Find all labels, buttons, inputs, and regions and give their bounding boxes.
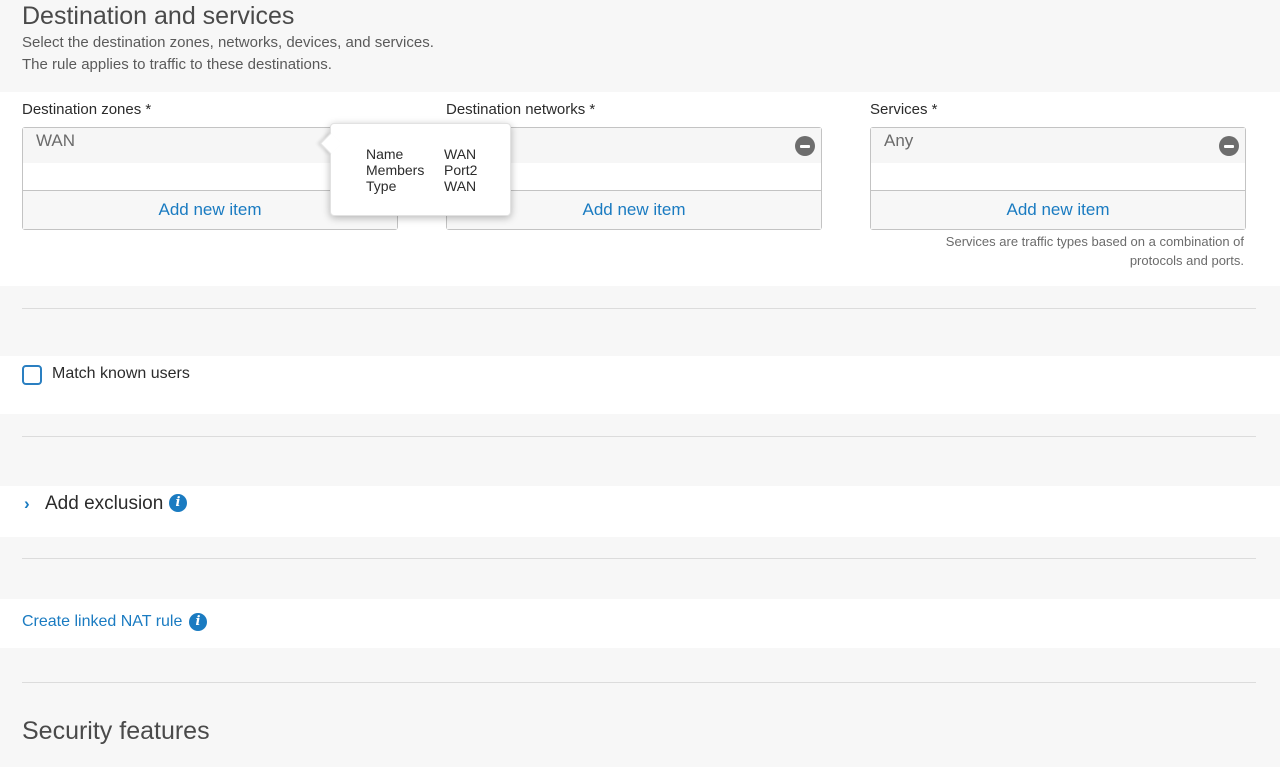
match-users-band: [0, 356, 1280, 414]
tooltip-type-value: WAN: [444, 178, 477, 194]
security-features-title: Security features: [22, 717, 210, 745]
destination-desc-line2: The rule applies to traffic to these des…: [22, 56, 332, 73]
add-exclusion-toggle[interactable]: Add exclusion: [45, 493, 163, 515]
services-add-item-button[interactable]: Add new item: [871, 190, 1245, 229]
service-item-label: Any: [884, 131, 914, 150]
match-known-users-checkbox[interactable]: [22, 365, 42, 385]
info-icon[interactable]: i: [189, 613, 207, 631]
services-column: Services * Any Add new item Services are…: [870, 100, 1246, 270]
services-hint-line2: protocols and ports.: [1129, 253, 1244, 268]
destination-zones-label: Destination zones *: [22, 101, 152, 118]
service-item-any[interactable]: Any: [871, 128, 1245, 163]
tooltip-type-row: Type WAN: [366, 178, 476, 194]
remove-service-icon[interactable]: [1219, 136, 1239, 156]
destination-networks-label: Destination networks *: [446, 101, 596, 118]
tooltip-name-key: Name: [366, 146, 404, 162]
tooltip-type-key: Type: [366, 178, 397, 194]
info-icon[interactable]: i: [169, 494, 187, 512]
remove-network-icon[interactable]: [795, 136, 815, 156]
divider: [22, 558, 1256, 559]
tooltip-members-key: Members: [366, 162, 425, 178]
zone-tooltip: Name WAN Members Port2 Type WAN: [330, 123, 511, 216]
tooltip-members-value: Port2: [444, 162, 478, 178]
divider: [22, 682, 1256, 683]
divider: [22, 436, 1256, 437]
services-hint: Services are traffic types based on a co…: [870, 232, 1246, 270]
destination-desc-line1: Select the destination zones, networks, …: [22, 34, 434, 51]
exclusion-band: [0, 486, 1280, 537]
services-hint-line1: Services are traffic types based on a co…: [945, 234, 1244, 249]
create-linked-nat-rule-link[interactable]: Create linked NAT rule: [22, 613, 182, 631]
zone-item-label: WAN: [36, 131, 76, 150]
services-box: Any Add new item: [870, 127, 1246, 230]
destination-section-title: Destination and services: [22, 2, 295, 30]
tooltip-members-row: Members Port2: [366, 162, 477, 178]
divider: [22, 308, 1256, 309]
tooltip-name-row: Name WAN: [366, 146, 476, 162]
match-known-users-label[interactable]: Match known users: [52, 365, 190, 383]
chevron-right-icon[interactable]: ›: [24, 494, 30, 514]
services-label: Services *: [870, 101, 938, 118]
tooltip-name-value: WAN: [444, 146, 477, 162]
